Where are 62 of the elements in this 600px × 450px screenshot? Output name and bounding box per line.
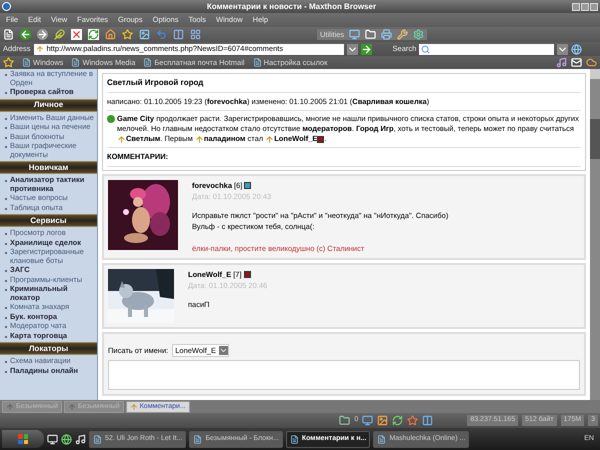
star-icon — [3, 57, 14, 68]
close-button[interactable] — [590, 2, 598, 10]
arrow-up-icon — [68, 403, 76, 411]
feather-icon[interactable] — [54, 29, 65, 40]
search-field[interactable] — [419, 44, 554, 54]
back-button[interactable] — [20, 29, 31, 40]
page-icon — [193, 434, 202, 444]
mail-icon[interactable] — [571, 57, 582, 68]
window-icon[interactable] — [422, 415, 434, 426]
page-icon — [290, 434, 299, 444]
section-header: Локаторы — [0, 342, 97, 355]
page-icon — [93, 434, 102, 444]
section-header: Личное — [0, 98, 97, 112]
page-icon — [377, 434, 386, 444]
scrollbar[interactable] — [590, 69, 600, 400]
page-icon — [143, 58, 152, 67]
arrow-up-icon — [36, 45, 44, 53]
article-title: Светлый Игровой город — [107, 77, 581, 93]
refresh-button[interactable] — [88, 29, 99, 40]
page-icon — [71, 58, 80, 67]
globe-icon[interactable] — [571, 44, 582, 54]
section-header: Новичкам — [0, 161, 97, 174]
monitor-icon[interactable] — [362, 415, 374, 426]
go-button[interactable] — [360, 44, 372, 54]
cloud-icon[interactable] — [586, 57, 597, 68]
minimize-button[interactable] — [572, 2, 580, 10]
new-page-icon[interactable] — [3, 29, 14, 40]
globe-icon[interactable] — [61, 434, 72, 444]
favorites-button[interactable] — [122, 29, 133, 40]
page-icon — [252, 58, 262, 67]
wrench-icon[interactable] — [397, 29, 408, 40]
section-header: Сервисы — [0, 214, 97, 227]
arrow-up-icon — [265, 134, 274, 144]
app-icon — [2, 2, 11, 11]
start-button[interactable] — [2, 430, 44, 448]
printer-icon[interactable] — [381, 29, 392, 40]
star-icon[interactable] — [407, 415, 418, 426]
arrow-up-icon — [6, 403, 14, 411]
arrow-up-icon — [194, 134, 204, 144]
home-button[interactable] — [105, 29, 116, 40]
forward-button[interactable] — [37, 29, 48, 40]
dropdown-button[interactable] — [346, 44, 358, 54]
stop-button[interactable] — [71, 29, 82, 40]
window-title: Комментарии к новости - Maxthon Browser — [206, 0, 378, 12]
music-icon[interactable] — [75, 434, 86, 444]
page-icon — [22, 58, 31, 67]
refresh-icon[interactable] — [392, 415, 404, 426]
chevron-down-icon — [218, 346, 228, 355]
dropdown-button[interactable] — [557, 44, 568, 54]
desktop-icon[interactable] — [47, 434, 58, 444]
image-icon[interactable] — [377, 415, 388, 426]
settings-icon[interactable] — [413, 29, 424, 40]
folder-icon[interactable] — [365, 29, 376, 40]
columns-icon[interactable] — [173, 29, 184, 40]
comment-input[interactable] — [108, 360, 580, 390]
arrow-up-icon — [130, 403, 138, 411]
grid-icon[interactable] — [190, 29, 201, 40]
maximize-button[interactable] — [581, 2, 589, 10]
search-icon — [421, 44, 430, 54]
gem-icon — [107, 115, 115, 124]
arrow-up-icon — [117, 134, 126, 144]
image-icon[interactable] — [139, 29, 150, 40]
